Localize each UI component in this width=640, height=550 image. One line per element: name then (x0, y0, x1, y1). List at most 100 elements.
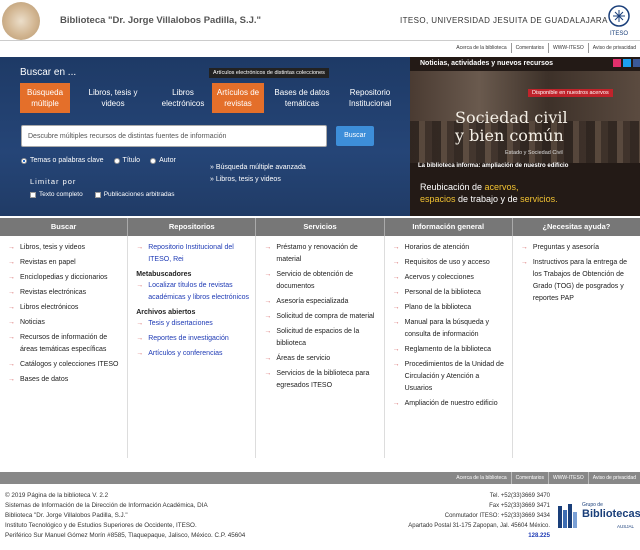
list-item[interactable]: Préstamo y renovación de material (262, 242, 379, 266)
footer-link-www-iteso[interactable]: WWW-ITESO (547, 472, 588, 484)
tab-articulos-revistas[interactable]: Artículos de revistas (212, 83, 264, 113)
search-field-radios: Temas o palabras clave Título Autor (21, 157, 176, 164)
check-texto-completo[interactable]: Texto completo (30, 191, 83, 198)
link-www-iteso[interactable]: WWW-ITESO (547, 43, 588, 53)
list-item[interactable]: Horarios de atención (391, 242, 508, 254)
news-panel: Noticias, actividades y nuevos recursos … (410, 57, 640, 216)
list-item[interactable]: Localizar títulos de revistas académicas… (134, 280, 251, 304)
footer-links: Acerca de la biblioteca Comentarios WWW-… (0, 472, 640, 484)
availability-badge: Disponible en nuestros acervos (528, 89, 613, 97)
library-seal-logo[interactable] (2, 2, 40, 40)
headline-line2: y bien común (455, 126, 564, 145)
menu-informacion[interactable]: Información general (385, 218, 513, 236)
news-carousel-image[interactable]: Disponible en nuestros acervos Sociedad … (410, 71, 640, 163)
link-columns: Libros, tesis y videos Revistas en papel… (0, 236, 640, 458)
search-button[interactable]: Buscar (336, 126, 374, 146)
news-informa[interactable]: La biblioteca informa: ampliación de nue… (418, 163, 568, 169)
footer-link-aviso[interactable]: Aviso de privacidad (587, 472, 640, 484)
limit-checks: Texto completo Publicaciones arbitradas (30, 191, 175, 198)
list-item[interactable]: Reportes de investigación (134, 333, 251, 345)
list-item[interactable]: Manual para la búsqueda y consulta de in… (391, 317, 508, 341)
link-acerca[interactable]: Acerca de la biblioteca (452, 43, 510, 53)
visit-counter: 128.225 (528, 533, 550, 539)
list-item[interactable]: Enciclopedias y diccionarios (6, 272, 123, 284)
news-reubicacion[interactable]: Reubicación de acervos, espacios de trab… (420, 181, 558, 205)
tab-libros-tesis-videos[interactable]: Libros, tesis y videos (76, 83, 150, 113)
social-icons (613, 59, 640, 67)
svg-text:ITESO: ITESO (610, 31, 628, 37)
search-input[interactable]: Descubre múltiples recursos de distintas… (21, 125, 327, 147)
footer-info: © 2019 Página de la biblioteca V. 2.2 Si… (5, 492, 246, 539)
tab-busqueda-multiple[interactable]: Búsqueda múltiple (20, 83, 70, 113)
link-busqueda-avanzada[interactable]: Búsqueda múltiple avanzada (210, 162, 306, 174)
menu-buscar[interactable]: Buscar (0, 218, 129, 236)
radio-on-icon (21, 157, 27, 164)
advanced-links: Búsqueda múltiple avanzada Libros, tesis… (210, 162, 306, 186)
footer-link-comentarios[interactable]: Comentarios (510, 472, 548, 484)
list-item[interactable]: Libros electrónicos (6, 302, 123, 314)
list-item[interactable]: Reglamento de la biblioteca (391, 344, 508, 356)
link-libros-tesis[interactable]: Libros, tesis y videos (210, 174, 306, 186)
section-menubar: Buscar Repositorios Servicios Informació… (0, 218, 640, 236)
library-title[interactable]: Biblioteca "Dr. Jorge Villalobos Padilla… (60, 15, 261, 26)
instagram-icon[interactable] (613, 59, 621, 67)
facebook-icon[interactable] (633, 59, 640, 67)
list-item[interactable]: Revistas electrónicas (6, 287, 123, 299)
radio-off-icon (113, 157, 120, 164)
menu-ayuda[interactable]: ¿Necesitas ayuda? (513, 218, 640, 236)
subheading-metabuscadores: Metabuscadores (136, 271, 192, 278)
list-item[interactable]: Recursos de información de áreas temátic… (6, 332, 123, 356)
col-repositorios: Repositorio Institucional del ITESO, Rei… (128, 236, 257, 458)
list-item[interactable]: Noticias (6, 317, 123, 329)
list-item[interactable]: Preguntas y asesoría (519, 242, 636, 254)
link-comentarios[interactable]: Comentarios (510, 43, 548, 53)
list-item[interactable]: Bases de datos (6, 374, 123, 386)
footer-link-acerca[interactable]: Acerca de la biblioteca (452, 472, 510, 484)
radio-autor[interactable]: Autor (150, 157, 176, 164)
list-item[interactable]: Repositorio Institucional del ITESO, Rei (134, 242, 251, 266)
list-item[interactable]: Servicio de obtención de documentos (262, 269, 379, 293)
tab-repositorio[interactable]: Repositorio Institucional (340, 83, 400, 113)
twitter-icon[interactable] (623, 59, 631, 67)
tab-tooltip: Artículos electrónicos de distintas cole… (209, 68, 329, 78)
list-item[interactable]: Libros, tesis y videos (6, 242, 123, 254)
list-item[interactable]: Personal de la biblioteca (391, 287, 508, 299)
list-item[interactable]: Tesis y disertaciones (134, 318, 251, 330)
list-item[interactable]: Revistas en papel (6, 257, 123, 269)
list-item[interactable]: Requisitos de uso y acceso (391, 257, 508, 269)
header-divider (0, 40, 640, 41)
radio-titulo[interactable]: Título (113, 157, 140, 164)
tab-bases-datos[interactable]: Bases de datos temáticas (270, 83, 334, 113)
list-item[interactable]: Acervos y colecciones (391, 272, 508, 284)
col-informacion: Horarios de atención Requisitos de uso y… (385, 236, 513, 458)
check-arbitradas[interactable]: Publicaciones arbitradas (94, 191, 175, 198)
list-item[interactable]: Plano de la biblioteca (391, 302, 508, 314)
list-item[interactable]: Procedimientos de la Unidad de Circulaci… (391, 359, 508, 395)
list-item[interactable]: Áreas de servicio (262, 353, 379, 365)
tab-libros-electronicos[interactable]: Libros electrónicos (154, 83, 212, 113)
link-aviso[interactable]: Aviso de privacidad (587, 43, 640, 53)
bookshelf-icon (558, 504, 577, 528)
list-item[interactable]: Servicios de la biblioteca para egresado… (262, 368, 379, 392)
list-item[interactable]: Artículos y conferencias (134, 348, 251, 360)
headline-subtitle: Estado y Sociedad Civil (505, 150, 563, 156)
list-item[interactable]: Instructivos para la entrega de los Trab… (519, 257, 636, 305)
list-item[interactable]: Catálogos y colecciones ITESO (6, 359, 123, 371)
list-item[interactable]: Solicitud de espacios de la biblioteca (262, 326, 379, 350)
footer-contact: Tel. +52(33)3669 3470 Fax +52(33)3669 34… (380, 491, 550, 541)
menu-servicios[interactable]: Servicios (256, 218, 385, 236)
news-title: Noticias, actividades y nuevos recursos (420, 60, 554, 67)
list-item[interactable]: Solicitud de compra de material (262, 311, 379, 323)
university-name[interactable]: ITESO, UNIVERSIDAD JESUITA DE GUADALAJAR… (400, 16, 608, 25)
grupo-bibliotecas-logo[interactable]: Grupo de Bibliotecas AUSJAL (557, 494, 640, 540)
iteso-logo-icon[interactable]: ITESO (604, 4, 634, 38)
list-item[interactable]: Ampliación de nuestro edificio (391, 398, 508, 410)
checkbox-icon (30, 191, 36, 198)
list-item[interactable]: Asesoría especializada (262, 296, 379, 308)
menu-repositorios[interactable]: Repositorios (128, 218, 257, 236)
search-panel: Buscar en ... Búsqueda múltiple Libros, t… (0, 57, 410, 216)
col-buscar: Libros, tesis y videos Revistas en papel… (0, 236, 129, 458)
col-ayuda: Preguntas y asesoría Instructivos para l… (513, 236, 640, 458)
radio-off-icon (150, 157, 157, 164)
radio-temas[interactable]: Temas o palabras clave (21, 157, 104, 164)
